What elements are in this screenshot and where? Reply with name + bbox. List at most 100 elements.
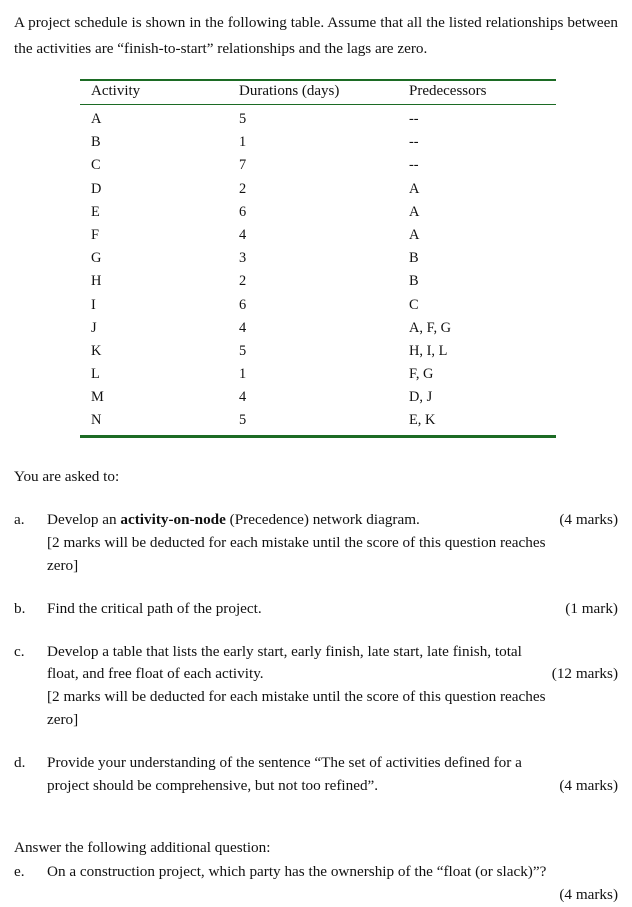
question-body-b: (1 mark) Find the critical path of the p… — [47, 598, 618, 621]
question-body-c: Develop a table that lists the early sta… — [47, 641, 618, 732]
question-item-d: d. Provide your understanding of the sen… — [14, 752, 618, 798]
table-row: K 5 H, I, L — [80, 340, 556, 363]
question-e-marks: (4 marks) — [559, 886, 618, 904]
table-row: E 6 A — [80, 201, 556, 224]
cell-predecessors: -- — [409, 111, 419, 127]
question-body-e: On a construction project, which party h… — [47, 861, 618, 907]
question-d-line2: (4 marks) project should be comprehensiv… — [47, 775, 618, 798]
cell-duration: 1 — [239, 134, 247, 151]
cell-duration: 5 — [239, 342, 247, 359]
cell-predecessors: B — [409, 250, 419, 267]
table-body: A 5 -- B 1 -- C 7 -- D 2 A E 6 A F 4 A G… — [80, 105, 556, 437]
cell-predecessors: F, G — [409, 366, 434, 383]
table-header-row: Activity Durations (days) Predecessors — [80, 80, 556, 105]
schedule-table-container: Activity Durations (days) Predecessors A… — [80, 79, 556, 438]
table-row: G 3 B — [80, 247, 556, 270]
cell-activity: J — [91, 319, 97, 336]
question-c-line2-text: float, and free float of each activity. — [47, 665, 264, 683]
cell-duration: 4 — [239, 389, 247, 406]
question-a-bold-term: activity-on-node — [120, 511, 226, 529]
project-schedule-table: Activity Durations (days) Predecessors A… — [80, 79, 556, 438]
question-a-note-tail: zero] — [47, 557, 79, 575]
question-d-line2-text: project should be comprehensive, but not… — [47, 776, 379, 794]
question-a-text-before: Develop an — [47, 511, 121, 529]
question-b-marks: (1 mark) — [565, 599, 618, 617]
table-header: Activity Durations (days) Predecessors — [80, 80, 556, 105]
cell-predecessors: A — [409, 226, 420, 243]
question-c-line1: Develop a table that lists the early sta… — [47, 642, 522, 660]
cell-activity: A — [91, 111, 102, 127]
cell-activity: L — [91, 366, 100, 383]
additional-question-list: e. On a construction project, which part… — [14, 861, 618, 907]
cell-predecessors: -- — [409, 134, 419, 151]
question-a-line1: (4 marks) Develop an activity-on-node (P… — [47, 509, 618, 532]
question-item-a: a. (4 marks) Develop an activity-on-node… — [14, 509, 618, 577]
cell-activity: M — [91, 389, 104, 406]
cell-duration: 3 — [239, 250, 247, 267]
question-list: a. (4 marks) Develop an activity-on-node… — [14, 509, 618, 797]
table-row: H 2 B — [80, 270, 556, 293]
question-marker-e: e. — [14, 863, 25, 881]
question-body-d: Provide your understanding of the senten… — [47, 752, 618, 798]
document-page: A project schedule is shown in the follo… — [0, 0, 632, 907]
table-row: J 4 A, F, G — [80, 317, 556, 340]
intro-paragraph: A project schedule is shown in the follo… — [14, 14, 618, 57]
asked-to-lead-in: You are asked to: — [14, 468, 120, 486]
table-row: D 2 A — [80, 177, 556, 200]
cell-activity: K — [91, 342, 102, 359]
table-row: M 4 D, J — [80, 386, 556, 409]
cell-activity: B — [91, 134, 101, 151]
table-row: B 1 -- — [80, 131, 556, 154]
question-a-text-after: (Precedence) network diagram. — [225, 511, 420, 529]
question-d-line1: Provide your understanding of the senten… — [47, 753, 522, 771]
question-body-a: (4 marks) Develop an activity-on-node (P… — [47, 509, 618, 577]
table-row: C 7 -- — [80, 154, 556, 177]
table-row: I 6 C — [80, 293, 556, 316]
question-c-note-tail: zero] — [47, 711, 79, 729]
cell-activity: F — [91, 226, 100, 243]
cell-activity: D — [91, 180, 102, 197]
cell-predecessors: C — [409, 296, 419, 313]
question-b-line1: (1 mark) Find the critical path of the p… — [47, 598, 618, 621]
additional-question-lead-in: Answer the following additional question… — [14, 839, 271, 857]
question-marker-a: a. — [14, 511, 25, 529]
cell-duration: 2 — [239, 180, 247, 197]
column-header-predecessors: Predecessors — [409, 83, 487, 99]
column-header-activity: Activity — [91, 83, 141, 99]
question-c-line2: (12 marks) float, and free float of each… — [47, 663, 618, 686]
question-a-marks: (4 marks) — [559, 511, 618, 529]
cell-predecessors: D, J — [409, 389, 433, 406]
question-item-b: b. (1 mark) Find the critical path of th… — [14, 598, 618, 621]
table-row: N 5 E, K — [80, 409, 556, 437]
cell-duration: 4 — [239, 319, 247, 336]
cell-activity: G — [91, 250, 102, 267]
cell-predecessors: A — [409, 203, 420, 220]
question-e-text: On a construction project, which party h… — [47, 863, 547, 881]
question-marker-d: d. — [14, 753, 26, 771]
cell-activity: C — [91, 157, 101, 174]
cell-duration: 6 — [239, 296, 247, 313]
question-marker-b: b. — [14, 599, 26, 617]
question-c-note: [2 marks will be deducted for each mista… — [47, 688, 546, 706]
question-item-e: e. On a construction project, which part… — [14, 861, 618, 907]
table-row: A 5 -- — [80, 105, 556, 132]
question-item-c: c. Develop a table that lists the early … — [14, 641, 618, 732]
cell-activity: N — [91, 412, 102, 429]
column-header-durations: Durations (days) — [239, 83, 340, 99]
cell-predecessors: -- — [409, 157, 419, 174]
table-row: L 1 F, G — [80, 363, 556, 386]
question-a-note: [2 marks will be deducted for each mista… — [47, 534, 546, 552]
cell-duration: 2 — [239, 273, 247, 290]
table-row: F 4 A — [80, 224, 556, 247]
cell-activity: H — [91, 273, 102, 290]
cell-duration: 5 — [239, 412, 247, 429]
cell-predecessors: H, I, L — [409, 342, 448, 359]
cell-predecessors: A, F, G — [409, 319, 452, 336]
question-b-text: Find the critical path of the project. — [47, 599, 262, 617]
cell-activity: E — [91, 203, 100, 220]
question-d-marks: (4 marks) — [559, 776, 618, 794]
cell-duration: 5 — [239, 111, 247, 127]
cell-activity: I — [91, 296, 96, 313]
cell-predecessors: A — [409, 180, 420, 197]
question-c-marks: (12 marks) — [551, 665, 618, 683]
